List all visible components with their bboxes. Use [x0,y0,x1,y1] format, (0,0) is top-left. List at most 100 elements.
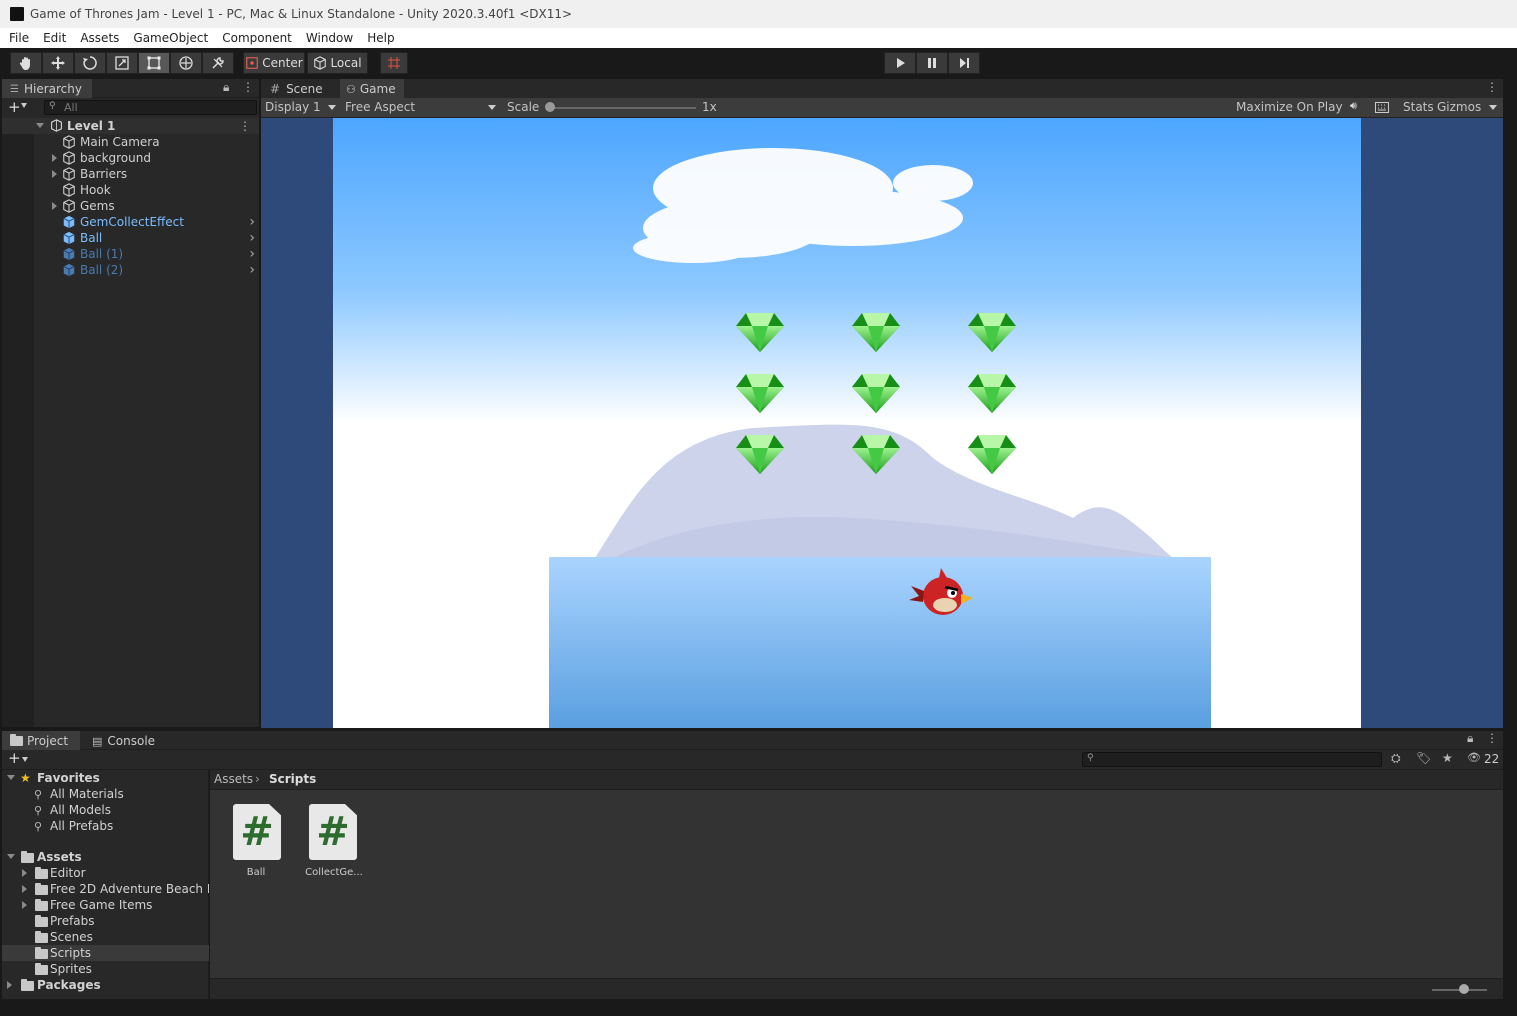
keyboard-icon[interactable] [1375,101,1389,114]
expand-arrow-icon[interactable] [52,154,57,162]
create-icon[interactable]: + [8,749,21,767]
tab-console[interactable]: ▤ Console [84,731,164,751]
create-dropdown-icon[interactable] [22,757,28,762]
move-tool-button[interactable] [42,52,74,74]
rect-tool-button[interactable] [138,52,170,74]
prefab-open-chevron-icon[interactable]: › [249,262,255,278]
prefab-open-chevron-icon[interactable]: › [249,230,255,246]
pivot-center-button[interactable]: Center [243,52,305,74]
aspect-dropdown-arrow-icon [488,105,496,110]
add-dropdown-icon[interactable] [21,103,27,108]
lock-icon[interactable]: 🔒︎ [223,80,229,95]
menu-component[interactable]: Component [215,31,299,45]
packages-row[interactable]: Packages [2,977,209,993]
aspect-dropdown[interactable]: Free Aspect [341,98,501,117]
grid-snap-button[interactable] [380,52,408,74]
transform-tool-button[interactable] [170,52,202,74]
folder-item[interactable]: Scenes [2,929,209,945]
scale-icon [115,56,129,70]
hand-tool-button[interactable] [10,52,42,74]
scale-slider[interactable] [549,107,696,109]
project-search-input[interactable]: ⚲ [1082,752,1382,767]
favorites-item[interactable]: ⚲ All Materials [2,786,209,802]
hierarchy-more-icon[interactable]: ⋮ [242,80,254,94]
folder-expand-icon[interactable] [22,901,27,909]
expand-arrow-icon[interactable] [52,202,57,210]
step-button[interactable] [948,52,980,74]
menu-edit[interactable]: Edit [36,31,73,45]
gizmos-button[interactable]: Gizmos [1437,100,1481,114]
menu-window[interactable]: Window [299,31,360,45]
scale-slider-handle[interactable] [545,102,555,112]
folder-item[interactable]: Sprites [2,961,209,977]
breadcrumb-assets[interactable]: Assets [214,772,253,786]
hierarchy-item[interactable]: background [2,150,259,166]
menu-gameobject[interactable]: GameObject [126,31,215,45]
hierarchy-item[interactable]: Main Camera [2,134,259,150]
rotate-tool-button[interactable] [74,52,106,74]
view-more-icon[interactable]: ⋮ [1486,80,1498,94]
icon-size-slider-handle[interactable] [1459,984,1469,994]
search-by-label-icon[interactable]: 🏷︎ [1416,751,1431,765]
folder-item[interactable]: Free 2D Adventure Beach Pa [2,881,209,897]
mute-audio-icon[interactable]: 🔊︎ [1350,99,1357,113]
menu-help[interactable]: Help [360,31,401,45]
tab-game[interactable]: ⚇ Game [340,79,404,99]
tab-project[interactable]: Project [2,731,80,751]
favorites-item[interactable]: ⚲ All Models [2,802,209,818]
assets-row[interactable]: Assets [2,849,209,865]
assets-expand-icon[interactable] [7,854,15,859]
folder-expand-icon[interactable] [22,885,27,893]
scene-more-icon[interactable]: ⋮ [239,119,251,133]
hierarchy-item[interactable]: Gems [2,198,259,214]
game-view[interactable] [261,118,1503,728]
hierarchy-item[interactable]: Barriers [2,166,259,182]
add-icon[interactable]: + [8,98,21,116]
maximize-on-play-toggle[interactable]: Maximize On Play [1236,100,1343,114]
breadcrumb-scripts[interactable]: Scripts [269,772,316,786]
stats-button[interactable]: Stats [1403,100,1434,114]
packages-expand-icon[interactable] [7,981,12,989]
folder-expand-icon[interactable] [22,869,27,877]
hierarchy-item[interactable]: Ball (2) › [2,262,259,278]
folder-item[interactable]: Scripts [2,945,209,961]
hierarchy-item[interactable]: Ball (1) › [2,246,259,262]
favorites-item-label: All Materials [50,787,124,801]
prefab-open-chevron-icon[interactable]: › [249,214,255,230]
list-icon: ☰ [10,83,19,95]
custom-tool-button[interactable] [202,52,234,74]
scene-row[interactable]: Level 1 ⋮ [2,118,259,134]
prefab-open-chevron-icon[interactable]: › [249,246,255,262]
expand-arrow-icon[interactable] [52,170,57,178]
hierarchy-search-input[interactable]: ⚲ All [44,100,257,115]
project-lock-icon[interactable]: 🔒︎ [1467,731,1473,746]
hierarchy-item[interactable]: GemCollectEffect › [2,214,259,230]
tab-hierarchy[interactable]: ☰ Hierarchy [2,79,92,99]
favorites-row[interactable]: ★ Favorites [2,770,209,786]
asset-item[interactable]: # Ball [230,804,290,884]
pause-button[interactable] [916,52,948,74]
play-button[interactable] [884,52,916,74]
hierarchy-item[interactable]: Ball › [2,230,259,246]
tab-scene[interactable]: # Scene [263,79,338,99]
search-by-type-icon[interactable]: ⛭ [1391,751,1401,766]
favorite-star-icon[interactable]: ★ [1442,751,1453,765]
expand-arrow-icon[interactable] [36,123,44,128]
asset-item[interactable]: # CollectGe... [304,804,368,884]
pivot-local-button[interactable]: Local [307,52,368,74]
menu-assets[interactable]: Assets [73,31,126,45]
folder-item[interactable]: Prefabs [2,913,209,929]
hierarchy-item[interactable]: Hook [2,182,259,198]
menu-file[interactable]: File [0,31,36,45]
gizmos-dropdown-arrow-icon[interactable] [1489,105,1497,110]
favorites-expand-icon[interactable] [7,775,15,780]
hierarchy-toolbar: + ⚲ All [2,98,259,118]
favorites-item[interactable]: ⚲ All Prefabs [2,818,209,834]
grid-snap-icon [388,57,400,69]
scale-tool-button[interactable] [106,52,138,74]
folder-item[interactable]: Free Game Items [2,897,209,913]
project-more-icon[interactable]: ⋮ [1486,731,1498,745]
hidden-packages-icon[interactable]: 👁︎ [1467,751,1481,764]
folder-item[interactable]: Editor [2,865,209,881]
display-dropdown[interactable]: Display 1 [261,98,339,117]
